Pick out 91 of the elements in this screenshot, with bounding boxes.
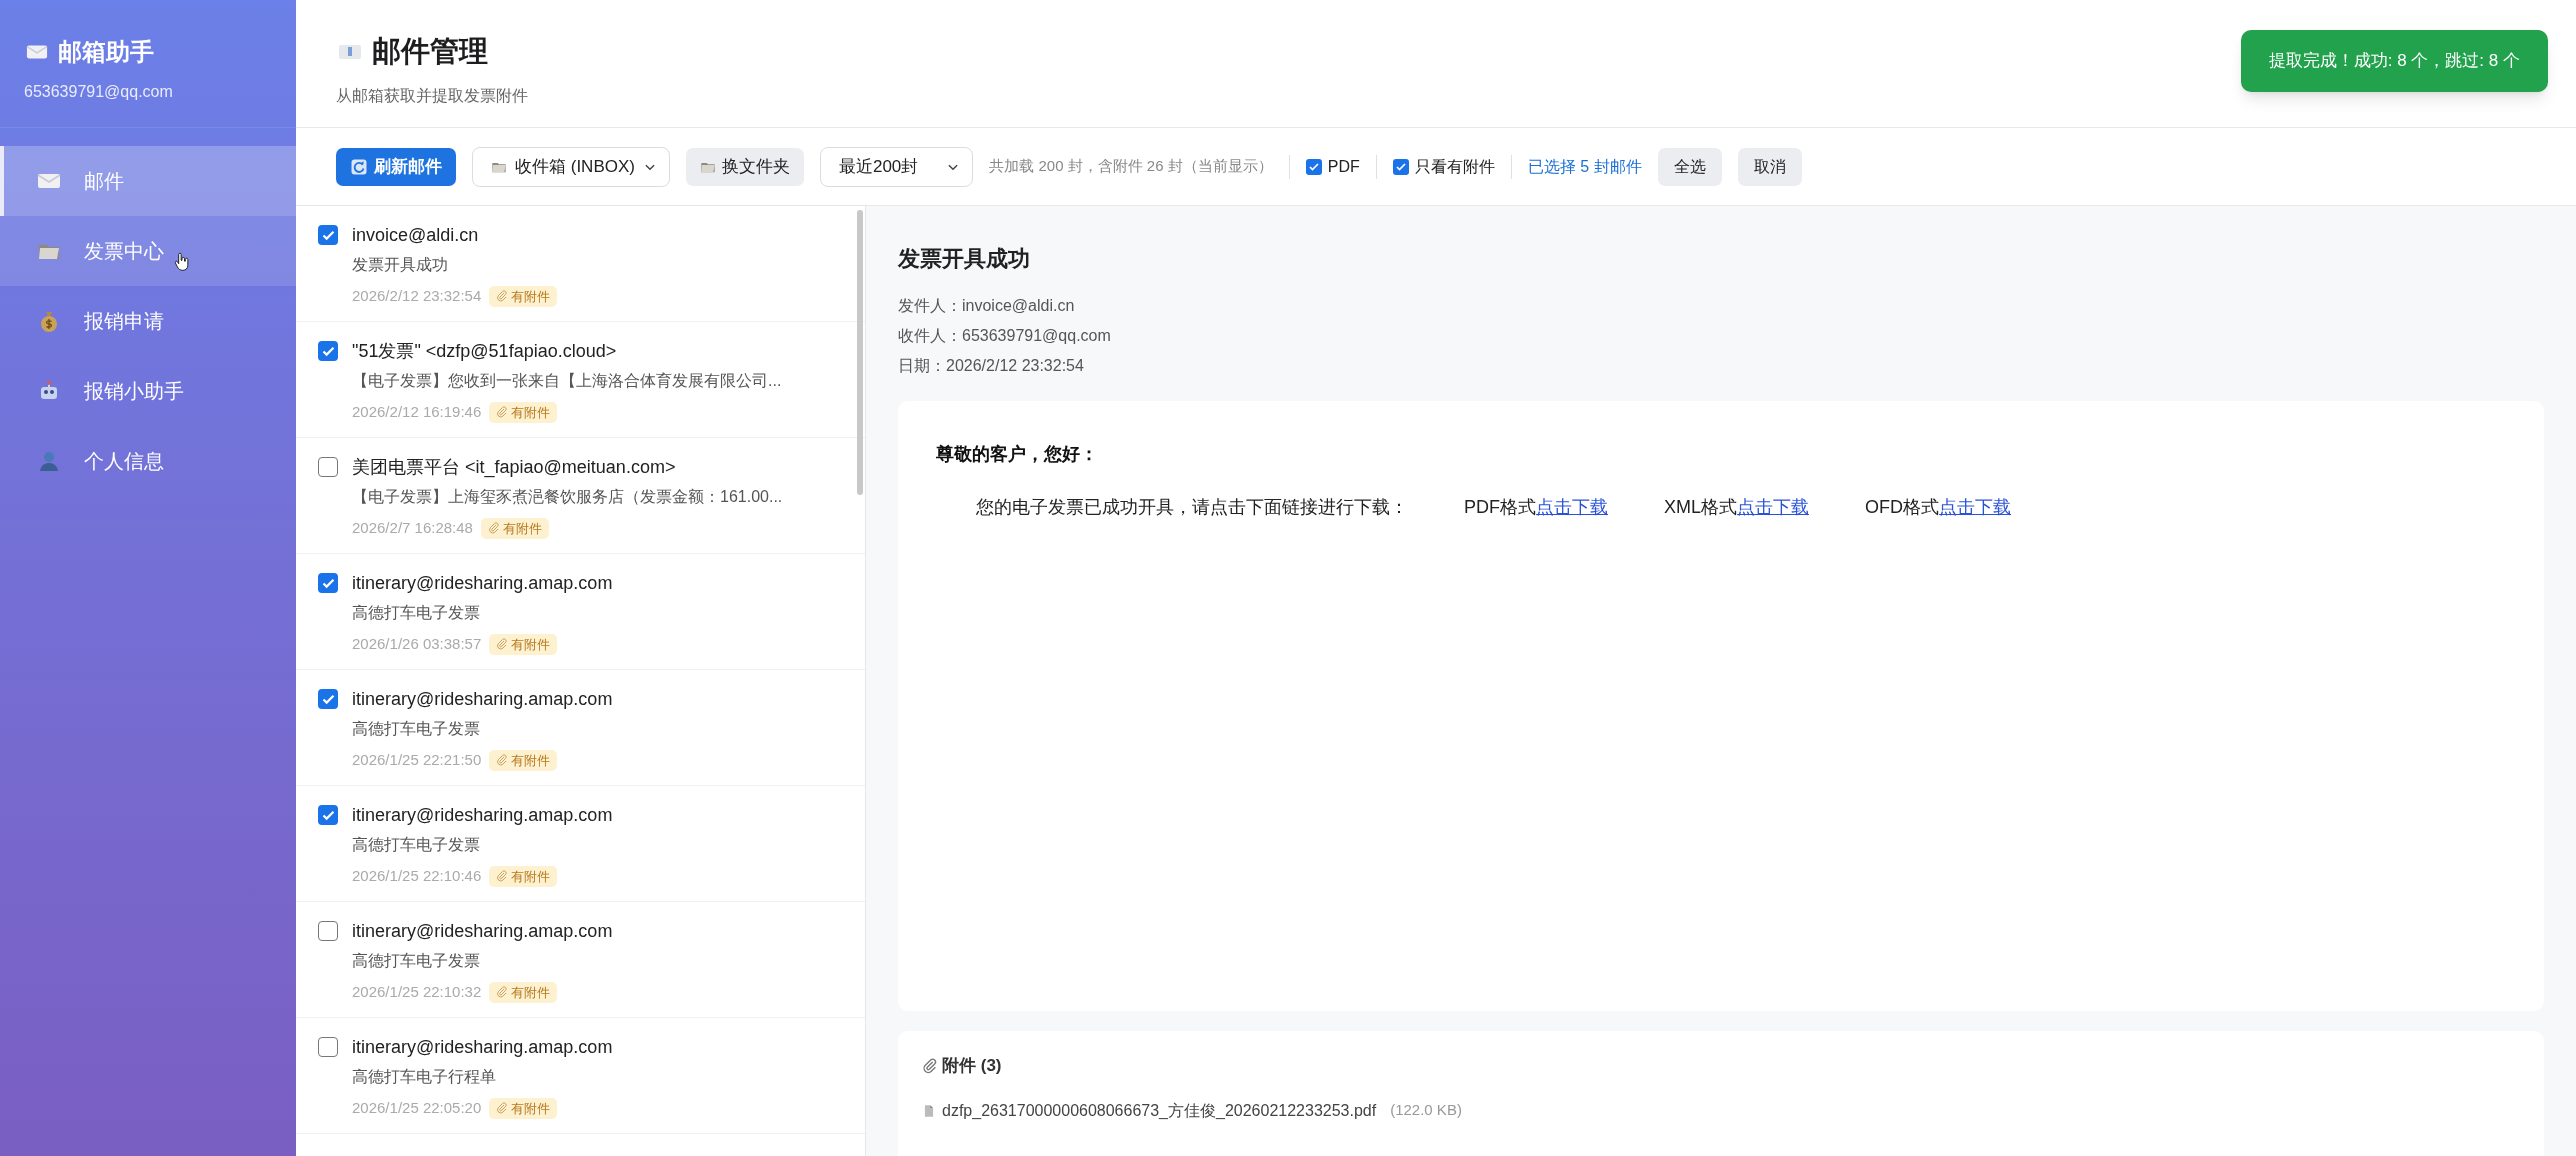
checkbox[interactable] — [318, 805, 338, 825]
email-date: 2026/1/25 22:21:50 — [352, 750, 482, 770]
attachments-title: 附件 (3) — [942, 1055, 1002, 1077]
paperclip-icon — [496, 406, 509, 419]
email-sender: 美团电票平台 <it_fapiao@meituan.com> — [352, 456, 677, 480]
paperclip-icon — [496, 754, 509, 767]
attachment-badge: 有附件 — [489, 865, 558, 887]
account-email: 653639791@qq.com — [24, 82, 174, 102]
checkbox[interactable] — [318, 457, 338, 477]
attachment-item[interactable]: dzfp_26317000000608066673_方佳俊_20260212233253.pdf (122.0 KB) — [922, 1098, 2520, 1123]
email-sender: invoice@aldi.cn — [352, 224, 480, 247]
paperclip-icon — [496, 986, 509, 999]
email-meta: 收件人：653639791@qq.com — [898, 326, 1112, 346]
email-subject: 【电子发票】您收到一张来自【上海洛合体育发展有限公司... — [352, 371, 782, 391]
cancel-button[interactable]: 取消 — [1737, 147, 1802, 186]
app-title: 邮箱助手 — [58, 37, 154, 67]
folder-select[interactable]: 收件箱 (INBOX) — [472, 146, 670, 187]
attachment-badge: 有附件 — [480, 517, 549, 539]
attachment-badge: 有附件 — [489, 749, 558, 771]
format-label: XML格式 — [1664, 496, 1737, 519]
nav-item[interactable]: 报销申请 — [0, 286, 296, 356]
email-row[interactable]: itinerary@ridesharing.amap.com 高德打车电子发票 2026/1/25 22:10:32 有附件 — [296, 902, 865, 1018]
page-subtitle: 从邮箱获取并提取发票附件 — [336, 85, 529, 106]
body-text: 您的电子发票已成功开具，请点击下面链接进行下载： — [976, 496, 1408, 519]
paperclip-icon — [496, 870, 509, 883]
greeting-text: 尊敬的客户，您好： — [936, 443, 1099, 466]
email-sender: "51发票" <dzfp@51fapiao.cloud> — [352, 340, 618, 363]
nav-item[interactable]: 报销小助手 — [0, 356, 296, 426]
email-subject: 高德打车电子发票 — [352, 603, 481, 623]
email-meta: 日期：2026/2/12 23:32:54 — [898, 356, 1085, 376]
paperclip-icon — [496, 638, 509, 651]
email-sender: itinerary@ridesharing.amap.com — [352, 920, 613, 943]
checkbox[interactable] — [318, 573, 338, 593]
filter-checkbox[interactable]: 只看有附件 — [1392, 154, 1495, 179]
email-row[interactable]: itinerary@ridesharing.amap.com 高德打车电子发票 2026/1/25 22:21:50 有附件 — [296, 670, 865, 786]
checkbox[interactable] — [318, 689, 338, 709]
email-subject: 高德打车电子发票 — [352, 951, 481, 971]
email-title: 发票开具成功 — [898, 245, 1031, 273]
email-sender: itinerary@ridesharing.amap.com — [352, 804, 613, 827]
email-sender: itinerary@ridesharing.amap.com — [352, 688, 613, 711]
email-subject: 高德打车电子发票 — [352, 835, 481, 855]
download-link[interactable]: 点击下载 — [1536, 494, 1608, 521]
email-subject: 高德打车电子行程单 — [352, 1067, 497, 1087]
select-all-button[interactable]: 全选 — [1657, 147, 1722, 186]
paperclip-icon — [487, 522, 500, 535]
refresh-button[interactable]: 刷新邮件 — [336, 147, 456, 186]
range-select[interactable]: 最近200封 — [819, 146, 974, 187]
nav-item[interactable]: 个人信息 — [0, 426, 296, 496]
check-icon — [1307, 160, 1320, 173]
refresh-icon — [350, 157, 368, 176]
email-date: 2026/2/7 16:28:48 — [352, 518, 473, 538]
checkbox[interactable] — [318, 921, 338, 941]
email-date: 2026/1/25 22:10:32 — [352, 982, 482, 1002]
attachment-badge: 有附件 — [489, 285, 558, 307]
email-date: 2026/2/12 16:19:46 — [352, 402, 482, 422]
paperclip-icon — [496, 290, 509, 303]
attachment-badge: 有附件 — [489, 1097, 558, 1119]
email-sender: itinerary@ridesharing.amap.com — [352, 572, 613, 595]
filter-checkbox[interactable]: PDF — [1305, 154, 1360, 179]
email-row[interactable]: itinerary@ridesharing.amap.com 高德打车电子行程单 2026/1/25 22:05:20 有附件 — [296, 1018, 865, 1134]
format-label: PDF格式 — [1464, 496, 1536, 519]
format-label: OFD格式 — [1865, 496, 1939, 519]
paperclip-icon — [922, 1057, 938, 1074]
attachment-badge: 有附件 — [489, 981, 558, 1003]
checkbox[interactable] — [318, 1037, 338, 1057]
email-subject: 【电子发票】上海玺豕煮浥餐饮服务店（发票金额：161.00... — [352, 487, 783, 507]
email-sender: itinerary@ridesharing.amap.com — [352, 1036, 613, 1059]
attachment-badge: 有附件 — [489, 633, 558, 655]
email-row[interactable]: itinerary@ridesharing.amap.com 高德打车电子发票 2026/1/25 22:10:46 有附件 — [296, 786, 865, 902]
email-date: 2026/1/25 22:05:20 — [352, 1098, 482, 1118]
check-icon — [1394, 160, 1407, 173]
download-link[interactable]: 点击下载 — [1939, 494, 2011, 521]
email-date: 2026/1/25 22:10:46 — [352, 866, 482, 886]
email-subject: 高德打车电子发票 — [352, 719, 481, 739]
toast-message: 提取完成！成功: 8 个，跳过: 8 个 — [2240, 30, 2548, 92]
scrollbar[interactable] — [857, 210, 863, 495]
attachment-badge: 有附件 — [489, 401, 558, 423]
checkbox[interactable] — [318, 341, 338, 361]
email-row[interactable]: itinerary@ridesharing.amap.com 高德打车电子发票 2026/1/26 03:38:57 有附件 — [296, 554, 865, 670]
email-subject: 发票开具成功 — [352, 255, 449, 275]
email-meta: 发件人：invoice@aldi.cn — [898, 296, 1076, 316]
email-date: 2026/2/12 23:32:54 — [352, 286, 482, 306]
checkbox[interactable] — [318, 225, 338, 245]
page-title: 邮件管理 — [372, 34, 488, 69]
load-summary: 共加载 200 封，含附件 26 封（当前显示） — [989, 156, 1273, 177]
change-folder-button[interactable]: 换文件夹 — [685, 147, 804, 186]
selection-count: 已选择 5 封邮件 — [1527, 156, 1642, 177]
file-icon — [922, 1102, 936, 1119]
paperclip-icon — [496, 1102, 509, 1115]
download-link[interactable]: 点击下载 — [1737, 494, 1809, 521]
email-date: 2026/1/26 03:38:57 — [352, 634, 482, 654]
